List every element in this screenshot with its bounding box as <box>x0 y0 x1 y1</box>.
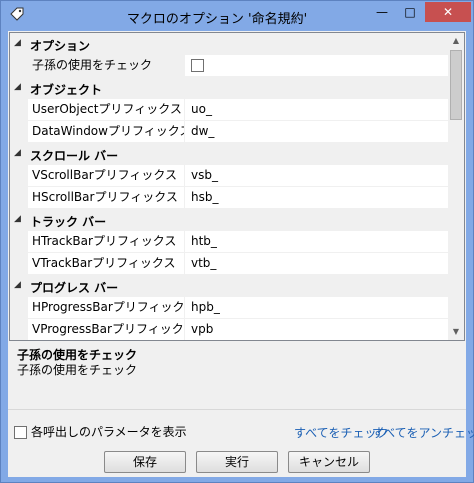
category-row[interactable]: ◢ オブジェクト <box>10 77 450 99</box>
row-gutter <box>10 165 28 187</box>
property-name: HScrollBarプリフィックス <box>28 187 185 209</box>
property-value[interactable]: uo_ <box>186 99 450 121</box>
scroll-thumb[interactable] <box>450 50 462 120</box>
property-value[interactable]: dw_ <box>186 121 450 143</box>
property-value[interactable] <box>186 55 450 77</box>
property-row[interactable]: HProgressBarプリフィックス hpb_ <box>10 297 450 319</box>
property-name: VScrollBarプリフィックス <box>28 165 185 187</box>
row-gutter <box>10 187 28 209</box>
property-name: HTrackBarプリフィックス <box>28 231 185 253</box>
macro-options-window: マクロのオプション '命名規約' — □ ✕ ◢ オプション 子孫の使用をチェック ◢… <box>0 0 474 483</box>
property-value[interactable]: hsb_ <box>186 187 450 209</box>
cancel-button[interactable]: キャンセル <box>288 451 370 473</box>
property-row[interactable]: VProgressBarプリフィックス vpb <box>10 319 450 340</box>
show-params-label: 各呼出しのパラメータを表示 <box>31 425 187 439</box>
dialog-footer: 各呼出しのパラメータを表示 すべてをチェック すべてをアンチェック 保存 実行 … <box>8 409 474 477</box>
window-title: マクロのオプション '命名規約' <box>126 12 308 27</box>
property-row[interactable]: HTrackBarプリフィックス htb_ <box>10 231 450 253</box>
category-row[interactable]: ◢ スクロール バー <box>10 143 450 165</box>
property-row[interactable]: UserObjectプリフィックス uo_ <box>10 99 450 121</box>
property-name: UserObjectプリフィックス <box>28 99 185 121</box>
category-label: トラック バー <box>30 215 107 229</box>
close-button[interactable]: ✕ <box>425 2 471 22</box>
tag-icon <box>10 7 24 21</box>
collapse-caret-icon[interactable]: ◢ <box>14 38 24 48</box>
property-name: VProgressBarプリフィックス <box>28 319 185 340</box>
description-panel: 子孫の使用をチェック 子孫の使用をチェック <box>9 343 465 409</box>
minimize-button[interactable]: — <box>369 2 395 22</box>
row-gutter <box>10 55 28 77</box>
property-row[interactable]: 子孫の使用をチェック <box>10 55 450 77</box>
property-rows: ◢ オプション子孫の使用をチェック ◢ オブジェクト UserObjectプリフィックス… <box>10 33 450 340</box>
category-row[interactable]: ◢ オプション <box>10 33 450 55</box>
row-gutter <box>10 253 28 275</box>
row-gutter <box>10 121 28 143</box>
property-name: HProgressBarプリフィックス <box>28 297 185 319</box>
property-grid: ◢ オプション子孫の使用をチェック ◢ オブジェクト UserObjectプリフィックス… <box>9 32 465 341</box>
property-name: 子孫の使用をチェック <box>28 55 185 77</box>
scroll-down-icon[interactable]: ▼ <box>448 324 464 340</box>
row-gutter <box>10 297 28 319</box>
property-row[interactable]: DataWindowプリフィックス dw_ <box>10 121 450 143</box>
property-name: DataWindowプリフィックス <box>28 121 185 143</box>
title-bar[interactable]: マクロのオプション '命名規約' — □ ✕ <box>1 1 473 31</box>
property-row[interactable]: HScrollBarプリフィックス hsb_ <box>10 187 450 209</box>
property-row[interactable]: VScrollBarプリフィックス vsb_ <box>10 165 450 187</box>
collapse-caret-icon[interactable]: ◢ <box>14 214 24 224</box>
show-params-option[interactable]: 各呼出しのパラメータを表示 <box>14 423 187 439</box>
save-button[interactable]: 保存 <box>104 451 186 473</box>
collapse-caret-icon[interactable]: ◢ <box>14 82 24 92</box>
row-gutter <box>10 231 28 253</box>
property-value[interactable]: vtb_ <box>186 253 450 275</box>
dialog-client: ◢ オプション子孫の使用をチェック ◢ オブジェクト UserObjectプリフィックス… <box>8 31 474 477</box>
category-label: スクロール バー <box>30 149 119 163</box>
property-value[interactable]: vsb_ <box>186 165 450 187</box>
category-row[interactable]: ◢ トラック バー <box>10 209 450 231</box>
scroll-up-icon[interactable]: ▲ <box>448 33 464 49</box>
collapse-caret-icon[interactable]: ◢ <box>14 148 24 158</box>
category-label: オプション <box>30 39 91 53</box>
collapse-caret-icon[interactable]: ◢ <box>14 280 24 290</box>
row-gutter <box>10 99 28 121</box>
property-row[interactable]: VTrackBarプリフィックス vtb_ <box>10 253 450 275</box>
property-value[interactable]: htb_ <box>186 231 450 253</box>
run-button[interactable]: 実行 <box>196 451 278 473</box>
description-body: 子孫の使用をチェック <box>17 363 138 377</box>
category-row[interactable]: ◢ プログレス バー <box>10 275 450 297</box>
category-label: オブジェクト <box>30 83 103 97</box>
property-value[interactable]: hpb_ <box>186 297 450 319</box>
uncheck-all-link[interactable]: すべてをアンチェック <box>372 424 474 441</box>
show-params-checkbox[interactable] <box>14 426 27 439</box>
property-checkbox[interactable] <box>191 59 204 72</box>
property-value[interactable]: vpb <box>186 319 450 340</box>
property-name: VTrackBarプリフィックス <box>28 253 185 275</box>
category-label: プログレス バー <box>30 281 119 295</box>
vertical-scrollbar[interactable]: ▲ ▼ <box>448 33 464 340</box>
row-gutter <box>10 319 28 340</box>
maximize-button[interactable]: □ <box>397 2 423 22</box>
